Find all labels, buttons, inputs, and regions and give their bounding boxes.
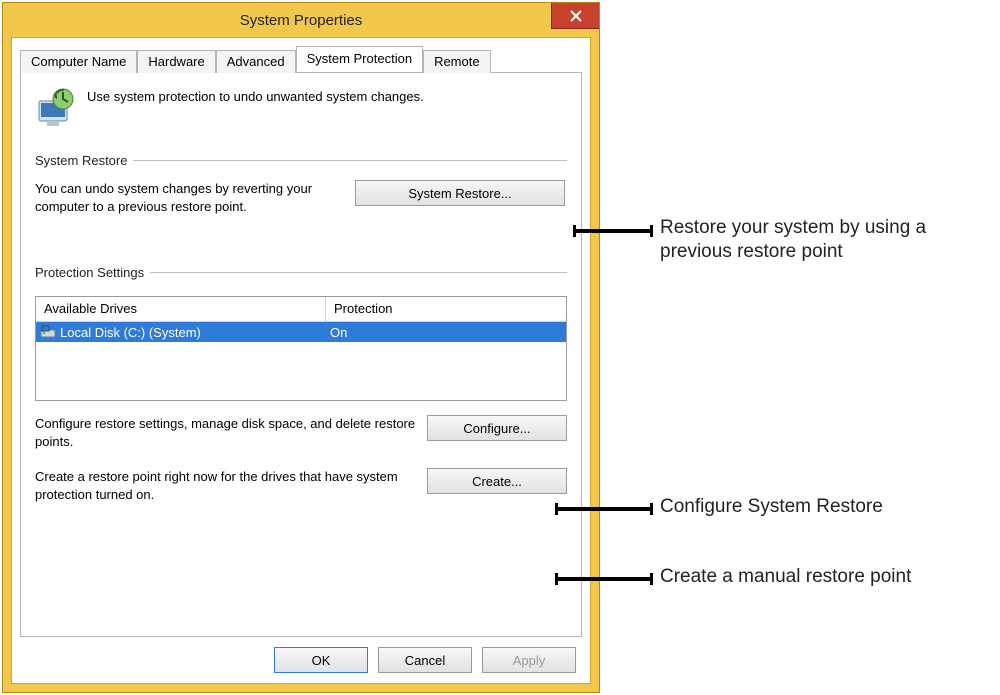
cancel-button[interactable]: Cancel bbox=[378, 647, 472, 673]
col-header-protection[interactable]: Protection bbox=[326, 297, 566, 321]
drives-body: Local Disk (C:) (System) On bbox=[36, 322, 566, 400]
tab-advanced[interactable]: Advanced bbox=[216, 50, 296, 73]
tab-computer-name[interactable]: Computer Name bbox=[20, 50, 137, 73]
ok-button[interactable]: OK bbox=[274, 647, 368, 673]
divider bbox=[150, 272, 567, 273]
intro-row: Use system protection to undo unwanted s… bbox=[35, 87, 567, 129]
group-protection-header: Protection Settings bbox=[35, 265, 567, 280]
system-restore-row: You can undo system changes by reverting… bbox=[35, 180, 567, 215]
system-properties-window: System Properties Computer Name Hardware… bbox=[2, 2, 600, 693]
group-title-protection: Protection Settings bbox=[35, 265, 144, 280]
titlebar[interactable]: System Properties bbox=[3, 3, 599, 37]
drive-row-selected[interactable]: Local Disk (C:) (System) On bbox=[36, 322, 566, 342]
tab-remote[interactable]: Remote bbox=[423, 50, 491, 73]
system-restore-button[interactable]: System Restore... bbox=[355, 180, 565, 206]
apply-button[interactable]: Apply bbox=[482, 647, 576, 673]
configure-desc: Configure restore settings, manage disk … bbox=[35, 415, 417, 450]
tab-panel-system-protection: Use system protection to undo unwanted s… bbox=[20, 72, 582, 637]
group-title-system-restore: System Restore bbox=[35, 153, 127, 168]
dialog-footer: OK Cancel Apply bbox=[20, 647, 582, 673]
tab-system-protection[interactable]: System Protection bbox=[296, 46, 424, 72]
create-button[interactable]: Create... bbox=[427, 468, 567, 494]
close-icon bbox=[570, 10, 582, 22]
system-restore-desc: You can undo system changes by reverting… bbox=[35, 180, 345, 215]
callout-line-restore bbox=[573, 229, 653, 233]
drives-listbox[interactable]: Available Drives Protection Local Disk (… bbox=[35, 296, 567, 401]
create-row: Create a restore point right now for the… bbox=[35, 468, 567, 503]
tab-strip: Computer Name Hardware Advanced System P… bbox=[20, 46, 582, 72]
drive-protection: On bbox=[330, 325, 347, 340]
callout-text-configure: Configure System Restore bbox=[660, 495, 980, 519]
configure-button[interactable]: Configure... bbox=[427, 415, 567, 441]
divider bbox=[133, 160, 567, 161]
configure-row: Configure restore settings, manage disk … bbox=[35, 415, 567, 450]
close-button[interactable] bbox=[551, 3, 599, 29]
drive-icon bbox=[40, 325, 56, 339]
col-header-drives[interactable]: Available Drives bbox=[36, 297, 326, 321]
tab-hardware[interactable]: Hardware bbox=[137, 50, 215, 73]
window-title: System Properties bbox=[240, 12, 363, 29]
callout-text-restore: Restore your system by using a previous … bbox=[660, 216, 980, 264]
callout-line-configure bbox=[555, 507, 653, 511]
create-desc: Create a restore point right now for the… bbox=[35, 468, 417, 503]
shield-monitor-icon bbox=[35, 87, 77, 129]
group-system-restore-header: System Restore bbox=[35, 153, 567, 168]
callout-line-create bbox=[555, 577, 653, 581]
callout-text-create: Create a manual restore point bbox=[660, 565, 1000, 589]
client-area: Computer Name Hardware Advanced System P… bbox=[11, 37, 591, 684]
drive-name: Local Disk (C:) (System) bbox=[60, 325, 201, 340]
drives-header: Available Drives Protection bbox=[36, 297, 566, 322]
intro-text: Use system protection to undo unwanted s… bbox=[87, 87, 424, 104]
